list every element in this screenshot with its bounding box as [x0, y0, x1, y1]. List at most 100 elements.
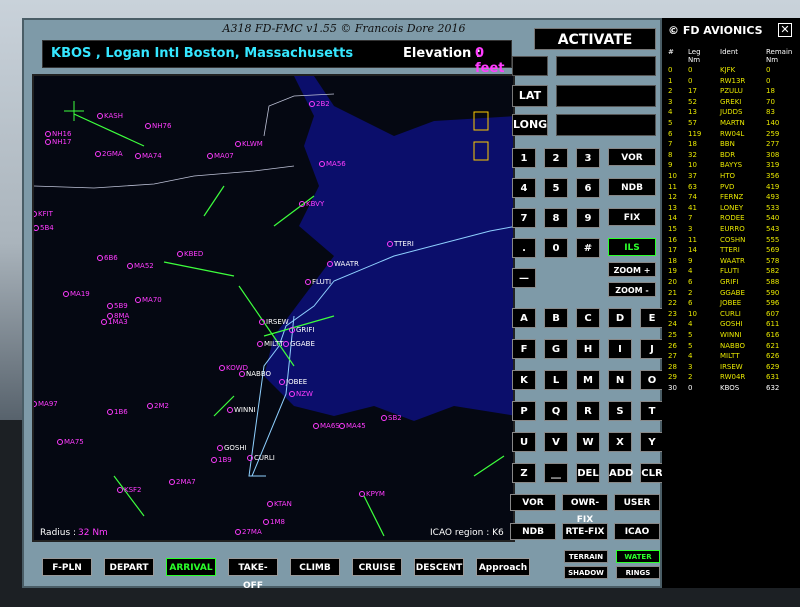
activate-button[interactable]: ACTIVATE [534, 28, 656, 50]
key-i[interactable]: I [608, 339, 632, 359]
ils-button[interactable]: ILS [608, 238, 656, 256]
rings-toggle[interactable]: RINGS [616, 566, 660, 579]
nav-take-off[interactable]: TAKE-OFF [228, 558, 278, 591]
flightplan-cell: 0 [766, 66, 771, 74]
flightplan-cell: FLUTI [720, 267, 740, 276]
key-1[interactable]: 1 [512, 148, 536, 168]
zoom-in-button[interactable]: ZOOM + [608, 262, 656, 277]
key-p[interactable]: P [512, 401, 536, 421]
flightplan-cell: 21 [668, 288, 677, 297]
key-q[interactable]: Q [544, 401, 568, 421]
flightplan-cell: LONEY [720, 203, 744, 212]
flightplan-cell: 533 [766, 203, 780, 212]
long-label[interactable]: LONG [512, 114, 548, 136]
flightplan-cell: 15 [668, 225, 677, 233]
nav-approach[interactable]: Approach [476, 558, 530, 576]
key-g[interactable]: G [544, 339, 568, 359]
lookup-vor-button[interactable]: VOR [510, 494, 556, 511]
key-r[interactable]: R [576, 401, 600, 421]
fix-label: GOSHI [224, 444, 247, 452]
key-j[interactable]: J [640, 339, 664, 359]
lookup-rte-fix-button[interactable]: RTE-FIX [562, 523, 608, 540]
fix-label: MA07 [214, 152, 234, 160]
key-9[interactable]: 9 [576, 208, 600, 228]
key-t[interactable]: T [640, 401, 664, 421]
flightplan-cell: 20 [668, 278, 677, 286]
key-u[interactable]: U [512, 432, 536, 452]
key-v[interactable]: V [544, 432, 568, 452]
lat-label[interactable]: LAT [512, 85, 548, 107]
flightplan-cell: 27 [668, 352, 677, 361]
key-x[interactable]: X [608, 432, 632, 452]
key-y[interactable]: Y [640, 432, 664, 452]
terrain-toggle[interactable]: TERRAIN [564, 550, 608, 563]
flightplan-cell: 626 [766, 352, 780, 361]
lookup-user-button[interactable]: USER [614, 494, 660, 511]
key-e[interactable]: E [640, 308, 664, 328]
flightplan-cell: 356 [766, 172, 780, 180]
key-dot[interactable]: . [512, 238, 536, 258]
flightplan-cell: 493 [766, 193, 780, 202]
key-minus[interactable]: — [512, 268, 536, 288]
vor-button[interactable]: VOR [608, 148, 656, 166]
key-h[interactable]: H [576, 339, 600, 359]
key-a[interactable]: A [512, 308, 536, 328]
key-o[interactable]: O [640, 370, 664, 390]
key-b[interactable]: B [544, 308, 568, 328]
nav-arrival[interactable]: ARRIVAL [166, 558, 216, 576]
key-6[interactable]: 6 [576, 178, 600, 198]
flightplan-cell: RW04R [720, 373, 746, 382]
zoom-out-button[interactable]: ZOOM - [608, 282, 656, 297]
fmc-window: A318 FD-FMC v1.55 © Francois Dore 2016 K… [22, 18, 664, 591]
close-icon[interactable]: ✕ [778, 23, 792, 37]
lat-input[interactable] [556, 85, 656, 107]
navigation-map[interactable]: KASH NH76 2B2 NH16 NH17 2GMA MA74 MA07 KLWM MA56 K… [32, 74, 515, 542]
lookup-ndb-button[interactable]: NDB [510, 523, 556, 540]
key-3[interactable]: 3 [576, 148, 600, 168]
key-n[interactable]: N [608, 370, 632, 390]
flightplan-panel: © FD AVIONICS ✕ # Leg Ident Remain Nm Nm 0 0 KJF… [662, 18, 800, 588]
lookup-owr-fix-button[interactable]: OWR-FIX [562, 494, 608, 525]
key-2[interactable]: 2 [544, 148, 568, 168]
long-input[interactable] [556, 114, 656, 136]
nav-descent[interactable]: DESCENT [414, 558, 464, 576]
flightplan-cell: 4 [688, 320, 693, 329]
key-d[interactable]: D [608, 308, 632, 328]
flightplan-cell: 0 [766, 76, 771, 85]
key-l[interactable]: L [544, 370, 568, 390]
nav-cruise[interactable]: CRUISE [352, 558, 402, 576]
flightplan-cell: 10 [688, 309, 697, 318]
lookup-icao-button[interactable]: ICAO [614, 523, 660, 540]
key-clr[interactable]: CLR [640, 463, 664, 483]
key-space[interactable]: __ [544, 463, 568, 483]
shadow-toggle[interactable]: SHADOW [564, 566, 608, 579]
fix-label: MA19 [70, 290, 90, 298]
flightplan-cell: 6 [688, 299, 693, 308]
nav-depart[interactable]: DEPART [104, 558, 154, 576]
water-toggle[interactable]: WATER [616, 550, 660, 563]
key-z[interactable]: Z [512, 463, 536, 483]
key-w[interactable]: W [576, 432, 600, 452]
flightplan-cell: 621 [766, 341, 780, 350]
key-5[interactable]: 5 [544, 178, 568, 198]
key-m[interactable]: M [576, 370, 600, 390]
icao-region-label: ICAO region : K6 [430, 528, 504, 538]
nav-f-pln[interactable]: F-PLN [42, 558, 92, 576]
key-7[interactable]: 7 [512, 208, 536, 228]
key-4[interactable]: 4 [512, 178, 536, 198]
key-f[interactable]: F [512, 339, 536, 359]
flightplan-cell: PVD [720, 182, 735, 191]
key-hash[interactable]: # [576, 238, 600, 258]
key-s[interactable]: S [608, 401, 632, 421]
key-add[interactable]: ADD [608, 463, 633, 483]
fix-label: KSF2 [124, 486, 142, 494]
nav-climb[interactable]: CLIMB [290, 558, 340, 576]
ndb-button[interactable]: NDB [608, 178, 656, 196]
key-k[interactable]: K [512, 370, 536, 390]
flightplan-cell: PZULU [720, 87, 743, 96]
key-0[interactable]: 0 [544, 238, 568, 258]
key-del[interactable]: DEL [576, 463, 600, 483]
key-c[interactable]: C [576, 308, 600, 328]
fix-button[interactable]: FIX [608, 208, 656, 226]
key-8[interactable]: 8 [544, 208, 568, 228]
